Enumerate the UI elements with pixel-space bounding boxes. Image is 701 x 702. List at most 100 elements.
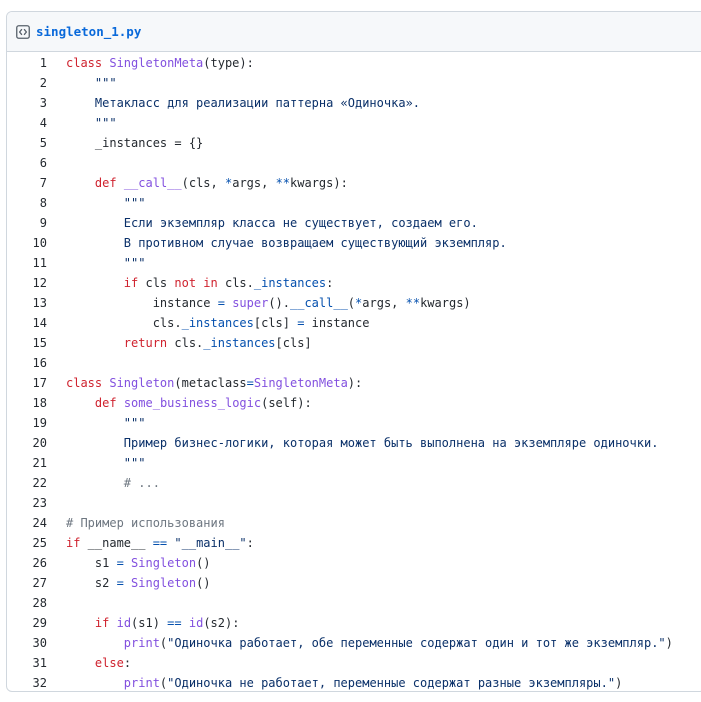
code-line: 7 def __call__(cls, *args, **kwargs):: [7, 173, 701, 193]
code-token: =: [217, 296, 225, 310]
code-text: if __name__ == "__main__":: [47, 533, 254, 553]
code-line: 16: [7, 353, 701, 373]
line-number[interactable]: 8: [7, 193, 47, 213]
code-token: cls.: [66, 316, 182, 330]
line-number[interactable]: 32: [7, 673, 47, 691]
line-number[interactable]: 29: [7, 613, 47, 633]
code-area[interactable]: 1 class SingletonMeta(type): 2 """ 3 Метакл…: [7, 52, 701, 691]
code-text: class Singleton(metaclass=SingletonMeta)…: [47, 373, 362, 393]
code-line: 1 class SingletonMeta(type):: [7, 53, 701, 73]
line-number[interactable]: 6: [7, 153, 47, 173]
line-number[interactable]: 23: [7, 493, 47, 513]
code-text: instance = super().__call__(*args, **kwa…: [47, 293, 471, 313]
line-number[interactable]: 5: [7, 133, 47, 153]
line-number[interactable]: 20: [7, 433, 47, 453]
line-number[interactable]: 11: [7, 253, 47, 273]
code-token: print: [123, 676, 160, 690]
line-number[interactable]: 21: [7, 453, 47, 473]
code-token: kwargs): [420, 296, 471, 310]
code-text: s2 = Singleton(): [47, 573, 211, 593]
code-text: class SingletonMeta(type):: [47, 53, 254, 73]
code-token: "__main__": [174, 536, 247, 550]
file-name-link[interactable]: singleton_1.py: [36, 24, 141, 39]
code-token: if: [66, 536, 81, 550]
code-token: instance: [66, 296, 218, 310]
line-number[interactable]: 15: [7, 333, 47, 353]
code-token: (metaclass: [174, 376, 247, 390]
line-number[interactable]: 4: [7, 113, 47, 133]
code-token: SingletonMeta: [253, 376, 348, 390]
code-line: 28: [7, 593, 701, 613]
code-token: """: [66, 456, 146, 470]
line-number[interactable]: 12: [7, 273, 47, 293]
line-number[interactable]: 3: [7, 93, 47, 113]
code-token: =: [116, 576, 124, 590]
code-text: else:: [47, 653, 131, 673]
line-number[interactable]: 25: [7, 533, 47, 553]
code-token: id: [116, 616, 132, 630]
code-line: 12 if cls not in cls._instances:: [7, 273, 701, 293]
line-number[interactable]: 9: [7, 213, 47, 233]
line-number[interactable]: 17: [7, 373, 47, 393]
code-token: Singleton: [109, 376, 175, 390]
code-token: _instances = {}: [66, 136, 204, 150]
code-text: print("Одиночка работает, обе переменные…: [47, 633, 673, 653]
line-number[interactable]: 13: [7, 293, 47, 313]
code-text: Метакласс для реализации паттерна «Одино…: [47, 93, 420, 113]
code-token: Singleton: [131, 556, 197, 570]
code-token: ==: [152, 536, 168, 550]
line-number[interactable]: 18: [7, 393, 47, 413]
code-token: (s1): [131, 616, 168, 630]
code-text: """: [47, 253, 146, 273]
code-text: """: [47, 73, 117, 93]
line-number[interactable]: 16: [7, 353, 47, 373]
code-line: 8 """: [7, 193, 701, 213]
line-number[interactable]: 14: [7, 313, 47, 333]
code-token: cls.: [167, 336, 204, 350]
code-line: 27 s2 = Singleton(): [7, 573, 701, 593]
line-number[interactable]: 7: [7, 173, 47, 193]
line-number[interactable]: 31: [7, 653, 47, 673]
code-token: id: [188, 616, 204, 630]
line-number[interactable]: 30: [7, 633, 47, 653]
code-line: 13 instance = super().__call__(*args, **…: [7, 293, 701, 313]
code-token: =: [246, 376, 254, 390]
code-token: Метакласс для реализации паттерна «Одино…: [66, 96, 421, 110]
code-token: ): [665, 636, 673, 650]
code-token: return: [123, 336, 168, 350]
line-number[interactable]: 27: [7, 573, 47, 593]
line-number[interactable]: 24: [7, 513, 47, 533]
code-token: some_business_logic: [123, 396, 262, 410]
line-number[interactable]: 2: [7, 73, 47, 93]
line-number[interactable]: 19: [7, 413, 47, 433]
code-line: 30 print("Одиночка работает, обе перемен…: [7, 633, 701, 653]
code-line: 19 """: [7, 413, 701, 433]
code-text: В противном случае возвращаем существующ…: [47, 233, 507, 253]
code-token: args,: [232, 176, 276, 190]
code-token: """: [66, 256, 146, 270]
line-number[interactable]: 28: [7, 593, 47, 613]
line-number[interactable]: 10: [7, 233, 47, 253]
code-token: ):: [347, 376, 363, 390]
code-text: """: [47, 193, 146, 213]
code-token: :: [326, 276, 334, 290]
code-line: 14 cls._instances[cls] = instance: [7, 313, 701, 333]
code-token: ): [615, 676, 623, 690]
line-number[interactable]: 1: [7, 53, 47, 73]
code-text: _instances = {}: [47, 133, 203, 153]
code-token: if: [123, 276, 139, 290]
code-token: _instances: [181, 316, 254, 330]
code-text: cls._instances[cls] = instance: [47, 313, 370, 333]
code-token: :: [123, 656, 132, 670]
line-number[interactable]: 22: [7, 473, 47, 493]
code-token: else: [94, 656, 124, 670]
line-number[interactable]: 26: [7, 553, 47, 573]
